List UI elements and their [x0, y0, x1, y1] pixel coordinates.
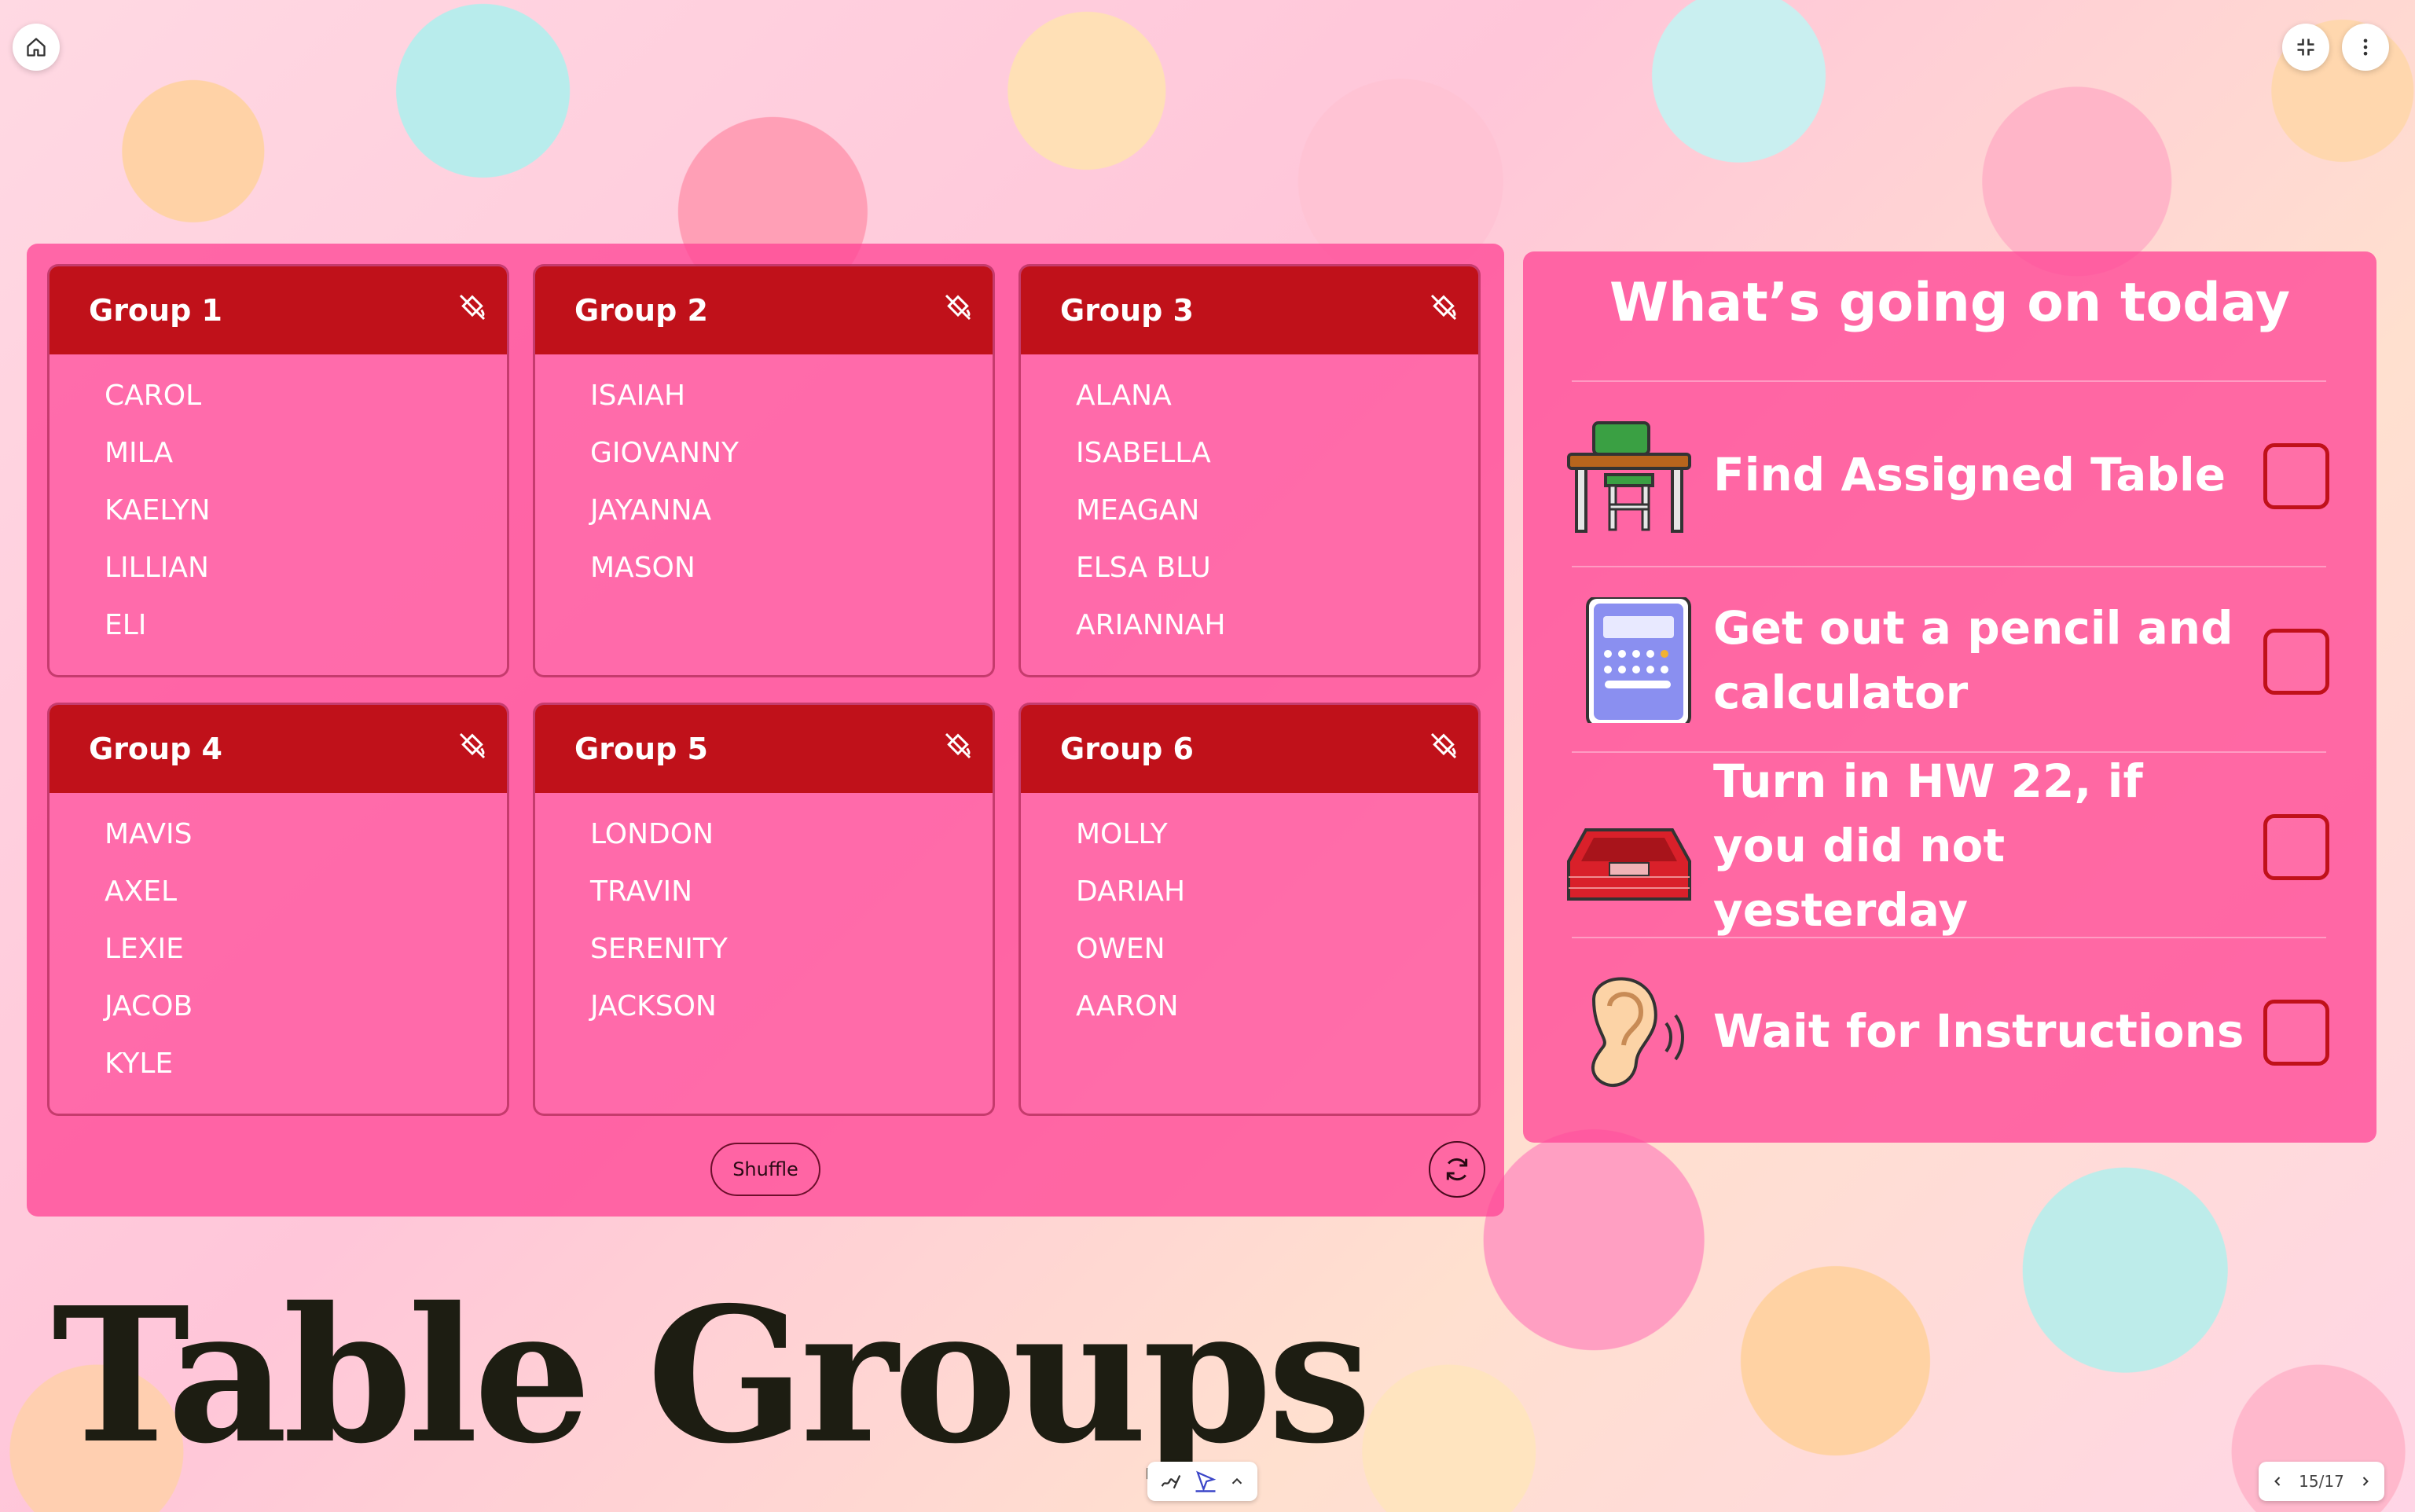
chevron-left-icon[interactable] — [2270, 1473, 2285, 1489]
home-button[interactable] — [13, 24, 60, 71]
group-header: Group 5 — [535, 705, 993, 793]
group-card: Group 3 ALANA ISABELLA MEAGAN ELSA BLU ARIANN… — [1018, 264, 1481, 677]
cursor-icon[interactable] — [1194, 1470, 1217, 1493]
collapse-button[interactable] — [2282, 24, 2329, 71]
paint-bucket-off-icon[interactable] — [457, 730, 488, 762]
member-name: LILLIAN — [105, 552, 209, 584]
paint-bucket-off-icon[interactable] — [1428, 292, 1459, 323]
group-title: Group 2 — [574, 293, 708, 328]
member-name: ISABELLA — [1076, 437, 1211, 469]
group-header: Group 2 — [535, 266, 993, 354]
refresh-button[interactable] — [1429, 1141, 1485, 1198]
group-card: Group 6 MOLLY DARIAH OWEN AARON — [1018, 703, 1481, 1116]
member-name: ISAIAH — [590, 380, 686, 412]
member-name: MOLLY — [1076, 818, 1168, 850]
member-list: ISAIAH GIOVANNY JAYANNA MASON — [535, 354, 993, 596]
group-title: Group 5 — [574, 732, 708, 766]
group-title: Group 4 — [89, 732, 222, 766]
agenda-item-text: Turn in HW 22, if you did not yesterday — [1713, 754, 2143, 937]
member-name: KYLE — [105, 1048, 174, 1080]
member-name: LONDON — [590, 818, 714, 850]
slide-title: Table Groups — [52, 1266, 1372, 1484]
member-list: MAVIS AXEL LEXIE JACOB KYLE — [50, 793, 507, 1092]
member-name: AXEL — [105, 875, 178, 908]
group-title: Group 1 — [89, 293, 222, 328]
member-list: CAROL MILA KAELYN LILLIAN ELI — [50, 354, 507, 654]
inbox-tray-icon — [1567, 828, 1691, 901]
member-name: JACKSON — [590, 990, 717, 1022]
paint-bucket-off-icon[interactable] — [942, 730, 974, 762]
agenda-checkbox[interactable] — [2263, 1000, 2329, 1066]
member-name: AARON — [1076, 990, 1179, 1022]
member-name: MASON — [590, 552, 696, 584]
agenda-item: Get out a pencil and calculator — [1523, 567, 2376, 753]
member-name: ALANA — [1076, 380, 1172, 412]
chevron-up-icon[interactable] — [1228, 1473, 1246, 1490]
agenda-checkbox[interactable] — [2263, 629, 2329, 695]
member-name: SERENITY — [590, 933, 728, 965]
member-name: JACOB — [105, 990, 193, 1022]
member-name: KAELYN — [105, 494, 211, 527]
group-header: Group 4 — [50, 705, 507, 793]
group-card: Group 1 CAROL MILA KAELYN LILLIAN ELI — [47, 264, 509, 677]
more-options-button[interactable] — [2342, 24, 2389, 71]
home-icon — [27, 38, 46, 57]
paint-bucket-off-icon[interactable] — [1428, 730, 1459, 762]
group-card: Group 2 ISAIAH GIOVANNY JAYANNA MASON — [533, 264, 995, 677]
member-name: JAYANNA — [590, 494, 712, 527]
refresh-icon — [1446, 1158, 1468, 1181]
member-name: CAROL — [105, 380, 202, 412]
member-name: LEXIE — [105, 933, 184, 965]
desk-icon — [1567, 421, 1691, 533]
paint-bucket-off-icon[interactable] — [457, 292, 488, 323]
member-name: ELSA BLU — [1076, 552, 1211, 584]
more-vertical-icon — [2363, 39, 2368, 56]
member-name: DARIAH — [1076, 875, 1186, 908]
group-header: Group 1 — [50, 266, 507, 354]
agenda-item: Wait for Instructions — [1523, 938, 2376, 1124]
member-list: MOLLY DARIAH OWEN AARON — [1021, 793, 1478, 1035]
member-name: TRAVIN — [590, 875, 693, 908]
member-name: MILA — [105, 437, 174, 469]
member-name: MEAGAN — [1076, 494, 1200, 527]
slide-pager: 15/17 — [2259, 1462, 2384, 1501]
member-name: MAVIS — [105, 818, 193, 850]
group-card: Group 5 LONDON TRAVIN SERENITY JACKSON — [533, 703, 995, 1116]
chevron-right-icon[interactable] — [2358, 1473, 2373, 1489]
group-header: Group 6 — [1021, 705, 1478, 793]
agenda-item: Find Assigned Table — [1523, 382, 2376, 567]
group-title: Group 3 — [1060, 293, 1194, 328]
member-name: ELI — [105, 609, 147, 641]
agenda-title: What’s going on today — [1609, 272, 2291, 334]
page-indicator: 15/17 — [2299, 1472, 2344, 1491]
member-list: LONDON TRAVIN SERENITY JACKSON — [535, 793, 993, 1035]
member-name: GIOVANNY — [590, 437, 740, 469]
member-name: OWEN — [1076, 933, 1165, 965]
group-card: Group 4 MAVIS AXEL LEXIE JACOB KYLE — [47, 703, 509, 1116]
drawing-toolbar — [1147, 1462, 1257, 1501]
agenda-item: Turn in HW 22, if you did not yesterday — [1523, 753, 2376, 938]
group-header: Group 3 — [1021, 266, 1478, 354]
member-name: ARIANNAH — [1076, 609, 1226, 641]
agenda-checkbox[interactable] — [2263, 814, 2329, 880]
paint-bucket-off-icon[interactable] — [942, 292, 974, 323]
shuffle-button[interactable]: Shuffle — [710, 1143, 820, 1196]
member-list: ALANA ISABELLA MEAGAN ELSA BLU ARIANNAH — [1021, 354, 1478, 654]
agenda-item-text: Wait for Instructions — [1713, 1004, 2244, 1058]
agenda-checkbox[interactable] — [2263, 443, 2329, 509]
ear-icon — [1591, 977, 1684, 1087]
group-title: Group 6 — [1060, 732, 1194, 766]
collapse-icon — [2297, 39, 2314, 56]
agenda-item-text: Get out a pencil and calculator — [1713, 601, 2233, 719]
calculator-icon — [1586, 597, 1691, 723]
pen-icon[interactable] — [1159, 1470, 1183, 1493]
agenda-item-text: Find Assigned Table — [1713, 448, 2226, 501]
